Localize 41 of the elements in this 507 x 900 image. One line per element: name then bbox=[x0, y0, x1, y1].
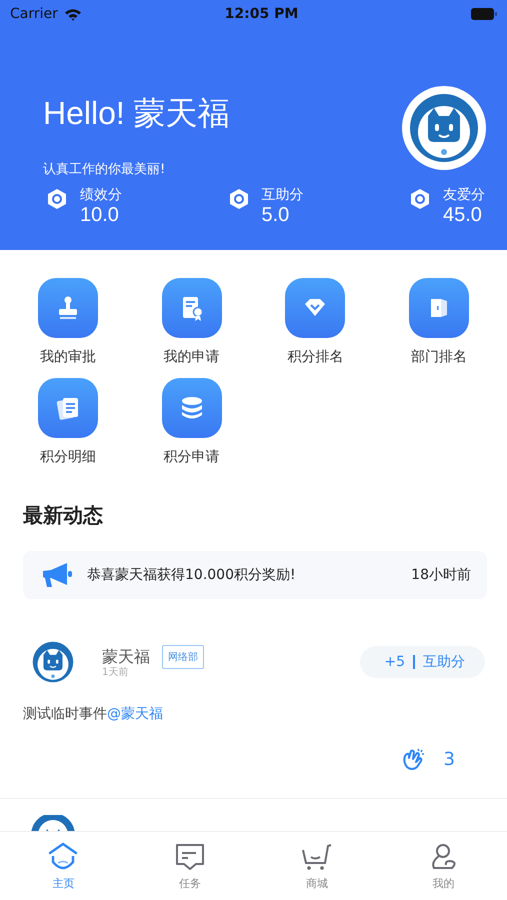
hexagon-icon bbox=[409, 188, 431, 210]
stat-label: 互助分 bbox=[262, 186, 304, 204]
stat-value: 10.0 bbox=[80, 204, 120, 226]
carrier-label: Carrier bbox=[10, 6, 58, 22]
stat-value: 45.0 bbox=[443, 204, 483, 226]
post-time: 1天前 bbox=[102, 666, 130, 679]
hexagon-icon bbox=[46, 188, 68, 210]
greeting-title: Hello! 蒙天福 bbox=[43, 94, 230, 133]
author-name: 蒙天福 bbox=[102, 646, 150, 667]
stat-value: 5.0 bbox=[262, 204, 290, 226]
megaphone-icon bbox=[41, 562, 73, 588]
wifi-icon bbox=[64, 8, 82, 20]
stat-label: 友爱分 bbox=[443, 186, 485, 204]
clock-time: 12:05 PM bbox=[224, 6, 300, 22]
stat-label: 绩效分 bbox=[80, 186, 122, 204]
motto-text: 认真工作的你最美丽! bbox=[43, 161, 166, 178]
mention-link[interactable]: @蒙天福 bbox=[107, 706, 163, 722]
points-pill: +5 互助分 bbox=[360, 646, 485, 678]
notice-time: 18小时前 bbox=[411, 566, 471, 584]
shortcut-button[interactable]: 我的审批 bbox=[6, 278, 130, 366]
home-icon bbox=[47, 842, 80, 872]
hexagon-icon bbox=[228, 188, 250, 210]
message-icon bbox=[174, 842, 206, 872]
robot-avatar-icon bbox=[402, 86, 486, 170]
shortcut-button[interactable]: 积分申请 bbox=[130, 378, 254, 466]
shortcut-button[interactable]: 部门排名 bbox=[377, 278, 501, 366]
tab-bar-item[interactable]: 任务 bbox=[126, 832, 254, 900]
clap-count: 3 bbox=[444, 748, 455, 770]
tab-bar-item[interactable]: 商城 bbox=[254, 832, 380, 900]
post-content: 测试临时事件@蒙天福 bbox=[23, 705, 164, 723]
notice-card[interactable]: 恭喜蒙天福获得10.000积分奖励! 18小时前 bbox=[23, 551, 487, 599]
notice-text: 恭喜蒙天福获得10.000积分奖励! bbox=[87, 566, 297, 584]
shortcut-button[interactable]: 我的申请 bbox=[130, 278, 254, 366]
shortcut-button[interactable]: 积分排名 bbox=[254, 278, 378, 366]
cart-icon bbox=[300, 842, 333, 872]
battery-icon bbox=[471, 8, 497, 20]
tab-bar-item[interactable]: 主页 bbox=[0, 832, 127, 900]
tab-bar-item[interactable]: 我的 bbox=[380, 832, 507, 900]
section-title: 最新动态 bbox=[23, 502, 104, 529]
shortcut-button[interactable]: 积分明细 bbox=[6, 378, 130, 466]
department-tag: 网络部 bbox=[162, 645, 204, 669]
